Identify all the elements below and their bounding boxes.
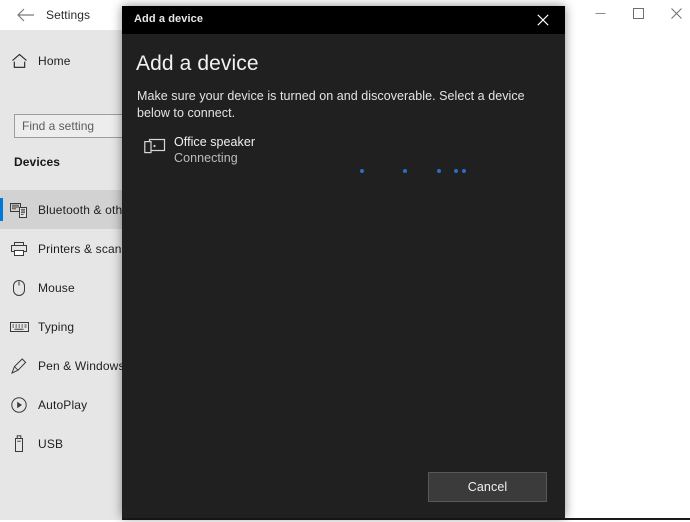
close-button[interactable] xyxy=(656,0,690,26)
maximize-button[interactable] xyxy=(618,0,658,26)
cancel-button[interactable]: Cancel xyxy=(428,472,547,502)
keyboard-icon xyxy=(0,320,38,333)
pen-icon xyxy=(0,357,38,375)
sidebar-item-typing-label: Typing xyxy=(38,319,75,334)
sidebar-section-title: Devices xyxy=(14,155,61,169)
sidebar-item-usb-label: USB xyxy=(38,436,64,451)
back-button[interactable] xyxy=(6,2,46,28)
sidebar-item-pen-label: Pen & Windows I xyxy=(38,358,132,373)
home-icon xyxy=(0,53,38,69)
device-name: Office speaker xyxy=(174,135,256,149)
minimize-icon xyxy=(595,12,605,14)
add-device-dialog: Add a device Add a device Make sure your… xyxy=(122,6,565,518)
sidebar-item-typing[interactable]: Typing xyxy=(0,307,122,346)
dialog-description: Make sure your device is turned on and d… xyxy=(137,89,525,120)
sidebar-item-autoplay[interactable]: AutoPlay xyxy=(0,385,122,424)
sidebar-item-home[interactable]: Home xyxy=(0,46,122,76)
sidebar-item-home-label: Home xyxy=(38,54,71,68)
settings-sidebar: Home Devices Bluetooth & othe xyxy=(0,30,154,520)
sidebar-item-autoplay-label: AutoPlay xyxy=(38,397,88,412)
sidebar-item-mouse[interactable]: Mouse xyxy=(0,268,122,307)
progress-dot xyxy=(437,169,441,173)
progress-dot xyxy=(360,169,364,173)
device-status: Connecting xyxy=(174,151,238,165)
usb-icon xyxy=(0,434,38,453)
minimize-button[interactable] xyxy=(580,0,620,26)
sidebar-item-mouse-label: Mouse xyxy=(38,280,75,295)
back-arrow-icon xyxy=(17,8,34,22)
maximize-icon xyxy=(632,7,644,19)
device-text-block: Office speaker Connecting xyxy=(174,134,255,165)
settings-window-title: Settings xyxy=(46,8,91,22)
sidebar-nav-list: Bluetooth & othe Printers & scanne Mouse… xyxy=(0,190,135,463)
dialog-titlebar: Add a device xyxy=(122,6,565,34)
sidebar-item-pen[interactable]: Pen & Windows I xyxy=(0,346,131,385)
dialog-titlebar-title: Add a device xyxy=(134,13,204,25)
cast-device-icon xyxy=(136,134,174,156)
bluetooth-devices-icon xyxy=(0,202,38,218)
sidebar-item-bluetooth-label: Bluetooth & othe xyxy=(38,202,130,217)
autoplay-icon xyxy=(0,396,38,414)
mouse-icon xyxy=(0,279,38,297)
sidebar-item-bluetooth[interactable]: Bluetooth & othe xyxy=(0,190,129,229)
close-icon xyxy=(537,14,549,26)
sidebar-item-usb[interactable]: USB xyxy=(0,424,122,463)
sidebar-item-printers-label: Printers & scanne xyxy=(38,241,136,256)
progress-dot xyxy=(462,169,466,173)
sidebar-item-printers[interactable]: Printers & scanne xyxy=(0,229,135,268)
progress-dot xyxy=(454,169,458,173)
printer-icon xyxy=(0,241,38,257)
close-icon xyxy=(670,7,682,19)
dialog-heading: Add a device xyxy=(136,52,259,75)
progress-dot xyxy=(403,169,407,173)
connecting-progress-indicator xyxy=(247,166,537,178)
dialog-close-button[interactable] xyxy=(521,6,565,34)
